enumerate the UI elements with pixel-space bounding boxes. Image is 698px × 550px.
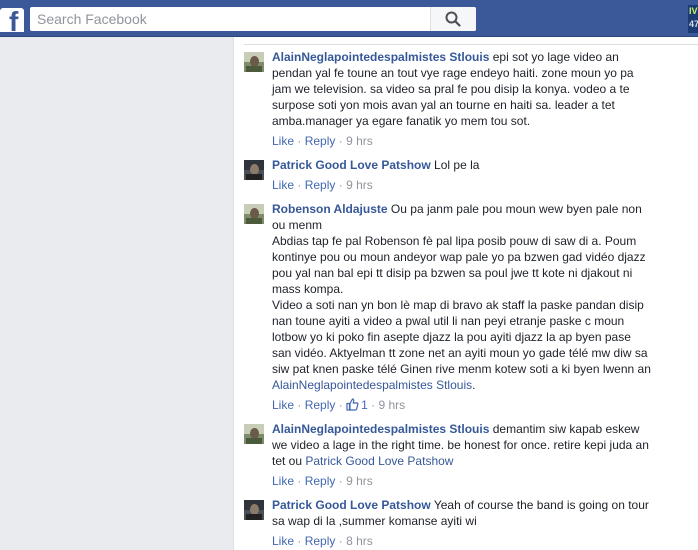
comment-text: demantim siw kapab eskew xyxy=(492,422,640,436)
comment-actions: Like · Reply · 9 hrs xyxy=(272,133,373,149)
corner-text-2: 47 xyxy=(689,19,698,29)
like-count-value: 1 xyxy=(361,398,368,412)
comment-text: Yeah of course the band is going on tour xyxy=(433,498,649,512)
comment-text: mass kompa. xyxy=(272,282,344,296)
comment-text: sa wap di la ,summer komanse ayiti wi xyxy=(272,514,477,528)
timestamp[interactable]: 8 hrs xyxy=(346,534,373,548)
reply-link[interactable]: Reply xyxy=(305,178,336,192)
comment-body: AlainNeglapointedespalmistes Stlouis dem… xyxy=(272,421,662,469)
comment-text: we video a lage in the right time. be ho… xyxy=(272,438,649,452)
comment-body: Patrick Good Love Patshow Yeah of course… xyxy=(272,497,662,529)
separator: · xyxy=(371,398,376,412)
like-count[interactable]: 1 xyxy=(346,398,371,412)
avatar[interactable] xyxy=(244,424,264,444)
separator: · xyxy=(297,534,302,548)
separator: · xyxy=(338,178,343,192)
divider xyxy=(244,44,698,45)
timestamp[interactable]: 9 hrs xyxy=(346,474,373,488)
comment-text: surpose soti yon mois avan yal an tourne… xyxy=(272,98,615,112)
corner-text-1: IV xyxy=(689,6,698,16)
separator: · xyxy=(338,134,343,148)
separator: · xyxy=(338,534,343,548)
mention-link[interactable]: Patrick Good Love Patshow xyxy=(305,454,453,468)
comment-text: ou menm xyxy=(272,218,323,232)
comment-text: Abdias tap fe pal Robenson fè pal lipa p… xyxy=(272,234,637,248)
comment-text: jam we television. sa video sa pral fe p… xyxy=(272,82,630,96)
avatar[interactable] xyxy=(244,204,264,224)
comment-body: Robenson Aldajuste Ou pa janm pale pou m… xyxy=(272,201,662,393)
timestamp[interactable]: 9 hrs xyxy=(346,178,373,192)
mention-link[interactable]: AlainNeglapointedespalmistes Stlouis xyxy=(272,378,472,392)
comment-text: . xyxy=(472,378,476,392)
separator: · xyxy=(297,398,302,412)
reply-link[interactable]: Reply xyxy=(305,398,336,412)
search-button[interactable] xyxy=(430,7,476,31)
comment-text: tet ou xyxy=(272,454,303,468)
comment-text: pendan yal fe toune an tout vye rage end… xyxy=(272,66,634,80)
avatar[interactable] xyxy=(244,52,264,72)
notification-thumbnail[interactable]: IV 47 xyxy=(688,5,698,33)
comment-text: Ou pa janm pale pou moun wew byen pale n… xyxy=(390,202,642,216)
comment-actions: Like · Reply · 9 hrs xyxy=(272,473,373,489)
comment-text: lotbow yo ki poko fin asepte djazz la po… xyxy=(272,330,631,344)
comment-actions: Like · Reply · 1 · 9 hrs xyxy=(272,397,405,413)
comment-text: epi sot yo lage video an xyxy=(492,50,619,64)
separator: · xyxy=(338,398,343,412)
like-link[interactable]: Like xyxy=(272,134,294,148)
comment-text: Lol pe la xyxy=(434,158,480,172)
like-link[interactable]: Like xyxy=(272,534,294,548)
separator: · xyxy=(297,178,302,192)
separator: · xyxy=(338,474,343,488)
avatar[interactable] xyxy=(244,500,264,520)
magnifier-icon xyxy=(445,11,461,27)
comment-text: san vidéo. Aktyelman tt zone net an ayit… xyxy=(272,346,648,360)
like-link[interactable]: Like xyxy=(272,398,294,412)
timestamp[interactable]: 9 hrs xyxy=(346,134,373,148)
avatar[interactable] xyxy=(244,160,264,180)
timestamp[interactable]: 9 hrs xyxy=(378,398,405,412)
comment-text: amba.manager ya egare fanatik yo mem tou… xyxy=(272,114,531,128)
like-link[interactable]: Like xyxy=(272,474,294,488)
comment-text: pou yal nan bal epi tt disip pa bzwen sa… xyxy=(272,266,633,280)
comment-actions: Like · Reply · 8 hrs xyxy=(272,533,373,549)
thumbs-up-icon xyxy=(346,398,359,411)
reply-link[interactable]: Reply xyxy=(305,474,336,488)
comment-author[interactable]: Robenson Aldajuste xyxy=(272,202,388,216)
like-link[interactable]: Like xyxy=(272,178,294,192)
search-input[interactable] xyxy=(30,7,430,31)
comment-author[interactable]: Patrick Good Love Patshow xyxy=(272,498,431,512)
reply-link[interactable]: Reply xyxy=(305,534,336,548)
reply-link[interactable]: Reply xyxy=(305,134,336,148)
separator: · xyxy=(297,474,302,488)
comment-body: AlainNeglapointedespalmistes Stlouis epi… xyxy=(272,49,662,129)
comment-author[interactable]: AlainNeglapointedespalmistes Stlouis xyxy=(272,422,489,436)
comment-actions: Like · Reply · 9 hrs xyxy=(272,177,373,193)
comment-author[interactable]: AlainNeglapointedespalmistes Stlouis xyxy=(272,50,489,64)
comment-text: nan toune ayiti a video a pwal util li n… xyxy=(272,314,625,328)
comment-text: siw pat knen paske télé Ginen rive menm … xyxy=(272,362,651,376)
comment-body: Patrick Good Love Patshow Lol pe la xyxy=(272,157,662,173)
facebook-logo-icon[interactable]: f xyxy=(0,8,24,32)
top-bar: f IV 47 xyxy=(0,0,698,37)
comment-text: kontinye pou ou moun andeyor wap pale yo… xyxy=(272,250,646,264)
comment-author[interactable]: Patrick Good Love Patshow xyxy=(272,158,431,172)
separator: · xyxy=(297,134,302,148)
comments-panel: AlainNeglapointedespalmistes Stlouis epi… xyxy=(233,37,698,550)
search-box xyxy=(30,7,476,31)
comment-text: Video a soti nan yn bon lè map di bravo … xyxy=(272,298,644,312)
